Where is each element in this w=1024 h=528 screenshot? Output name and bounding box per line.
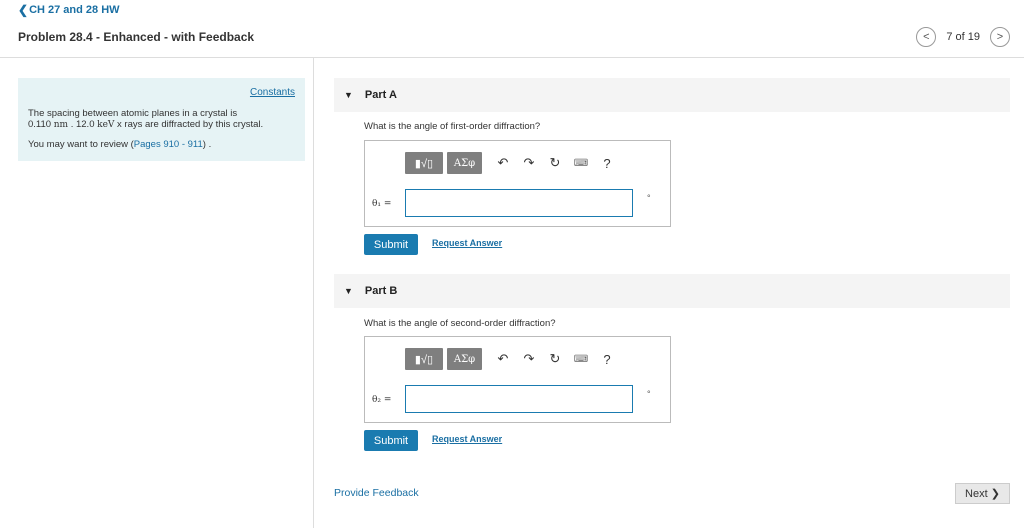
templates-button[interactable]: ▮√▯ xyxy=(405,348,443,370)
part-b-unit: ° xyxy=(647,389,651,399)
constants-link[interactable]: Constants xyxy=(250,87,295,98)
collapse-triangle-icon: ▼ xyxy=(344,286,353,296)
part-b-header[interactable]: ▼ Part B xyxy=(334,274,1010,308)
part-a-math-toolbar: ▮√▯ ΑΣφ ↶ ↷ ↻ ⌨ ? xyxy=(405,152,616,174)
part-a-variable-label: θ₁ = xyxy=(372,199,392,209)
next-problem-button[interactable]: > xyxy=(990,27,1010,47)
part-b-request-answer-link[interactable]: Request Answer xyxy=(432,434,502,444)
chevron-left-icon: ❮ xyxy=(18,3,29,17)
collapse-triangle-icon: ▼ xyxy=(344,90,353,100)
review-prefix: You may want to review ( xyxy=(28,139,134,150)
part-a-answer-input[interactable] xyxy=(405,189,633,217)
part-b-label: Part B xyxy=(364,285,398,297)
greek-symbols-button[interactable]: ΑΣφ xyxy=(447,348,482,370)
part-b-answer-box: ▮√▯ ΑΣφ ↶ ↷ ↻ ⌨ ? θ₂ = ° xyxy=(364,336,671,423)
part-b-answer-input[interactable] xyxy=(405,385,633,413)
templates-icon: ▮√▯ xyxy=(414,353,434,366)
keyboard-icon[interactable]: ⌨ xyxy=(572,354,590,365)
part-a-header[interactable]: ▼ Part A xyxy=(334,78,1010,112)
chevron-left-icon: < xyxy=(923,31,930,43)
templates-icon: ▮√▯ xyxy=(414,157,434,170)
part-b-question: What is the angle of second-order diffra… xyxy=(364,318,556,329)
problem-info-panel: Constants The spacing between atomic pla… xyxy=(18,78,305,161)
pager: < 7 of 19 > xyxy=(916,27,1010,47)
previous-problem-button[interactable]: < xyxy=(916,27,937,47)
greek-icon: ΑΣφ xyxy=(453,157,476,169)
review-pages-link[interactable]: Pages 910 - 911 xyxy=(134,139,203,150)
review-suffix: ) . xyxy=(202,139,212,150)
review-note: You may want to review (Pages 910 - 911)… xyxy=(28,139,211,150)
provide-feedback-link[interactable]: Provide Feedback xyxy=(334,487,419,499)
reset-icon[interactable]: ↻ xyxy=(546,155,564,171)
part-b-math-toolbar: ▮√▯ ΑΣφ ↶ ↷ ↻ ⌨ ? xyxy=(405,348,616,370)
redo-icon[interactable]: ↷ xyxy=(520,155,538,171)
part-a-submit-button[interactable]: Submit xyxy=(364,234,418,255)
statement-line-2-rest: x rays are diffracted by this crystal. xyxy=(117,119,264,130)
energy-unit: keV xyxy=(97,120,115,130)
undo-icon[interactable]: ↶ xyxy=(494,351,512,367)
statement-line-1: The spacing between atomic planes in a c… xyxy=(28,108,238,119)
part-a-unit: ° xyxy=(647,193,651,203)
pager-position: 7 of 19 xyxy=(946,31,980,43)
part-b-variable-label: θ₂ = xyxy=(372,395,392,405)
greek-symbols-button[interactable]: ΑΣφ xyxy=(447,152,482,174)
energy-value: . 12.0 xyxy=(70,119,95,130)
chevron-right-icon: > xyxy=(996,31,1004,43)
top-bar: ❮ CH 27 and 28 HW Problem 28.4 - Enhance… xyxy=(0,0,1024,58)
back-link-label: CH 27 and 28 HW xyxy=(29,4,120,16)
templates-button[interactable]: ▮√▯ xyxy=(405,152,443,174)
help-button[interactable]: ? xyxy=(598,352,616,367)
column-divider xyxy=(313,58,314,528)
redo-icon[interactable]: ↷ xyxy=(520,351,538,367)
problem-title: Problem 28.4 - Enhanced - with Feedback xyxy=(18,30,255,44)
part-a-question: What is the angle of first-order diffrac… xyxy=(364,121,541,132)
help-button[interactable]: ? xyxy=(598,156,616,171)
problem-statement: The spacing between atomic planes in a c… xyxy=(28,108,298,131)
statement-line-2: 0.110 nm . 12.0 keV x rays are diffracte… xyxy=(28,119,298,131)
reset-icon[interactable]: ↻ xyxy=(546,351,564,367)
back-to-assignment-link[interactable]: ❮ CH 27 and 28 HW xyxy=(18,3,120,17)
greek-icon: ΑΣφ xyxy=(453,353,476,365)
part-a-answer-box: ▮√▯ ΑΣφ ↶ ↷ ↻ ⌨ ? θ₁ = ° xyxy=(364,140,671,227)
keyboard-icon[interactable]: ⌨ xyxy=(572,158,590,169)
spacing-unit: nm xyxy=(53,120,69,130)
part-a-label: Part A xyxy=(364,89,397,101)
next-button[interactable]: Next ❯ xyxy=(955,483,1010,504)
part-b-submit-button[interactable]: Submit xyxy=(364,430,418,451)
undo-icon[interactable]: ↶ xyxy=(494,155,512,171)
part-a-request-answer-link[interactable]: Request Answer xyxy=(432,238,502,248)
spacing-value: 0.110 xyxy=(28,119,52,130)
